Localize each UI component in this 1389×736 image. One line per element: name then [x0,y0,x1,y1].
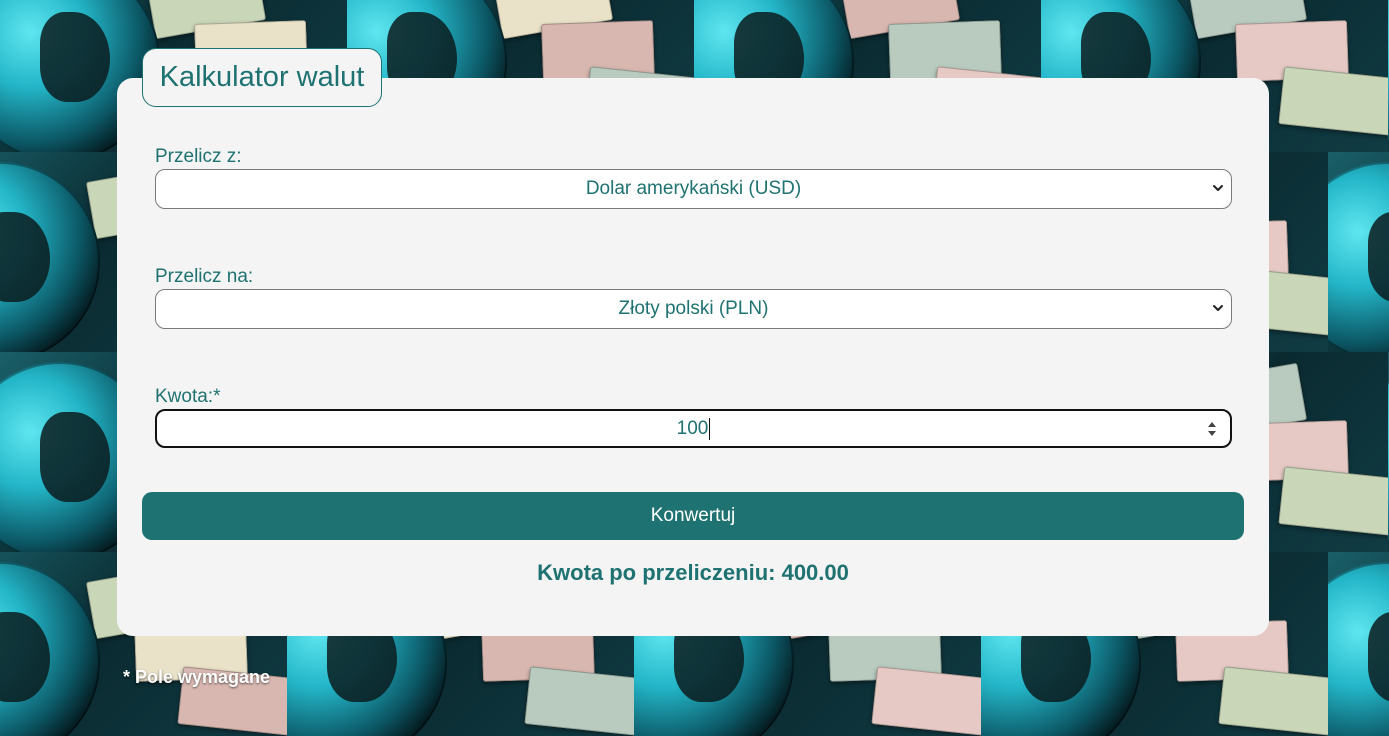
to-currency-label: Przelicz na: [155,266,254,287]
amount-input[interactable]: 100 [155,409,1232,448]
background-tile [1328,152,1389,352]
text-caret [709,417,711,440]
to-currency-select[interactable]: Złoty polski (PLN) [155,289,1232,329]
chevron-down-icon [1213,185,1223,191]
from-currency-label: Przelicz z: [155,146,242,167]
banknote-shape [871,666,981,736]
converter-card [117,78,1269,636]
page-title: Kalkulator walut [142,48,382,107]
amount-value: 100 [676,417,709,439]
convert-button-label: Konwertuj [650,505,736,526]
spin-arrows-icon[interactable] [1206,419,1218,439]
from-currency-select[interactable]: Dolar amerykański (USD) [155,169,1232,209]
banknote-shape [524,666,634,736]
banknote-shape [1278,66,1388,136]
from-currency-value: Dolar amerykański (USD) [585,178,802,199]
to-currency-value: Złoty polski (PLN) [618,298,769,319]
continent-shape [40,412,110,502]
chevron-down-icon [1213,305,1223,311]
convert-button[interactable]: Konwertuj [142,492,1244,540]
required-field-note: * Pole wymagane [123,667,271,687]
continent-shape [40,12,110,102]
page-title-text: Kalkulator walut [159,61,365,93]
background-tile [1328,552,1389,736]
banknote-shape [1218,666,1328,736]
conversion-result: Kwota po przeliczeniu: 400.00 [537,560,849,585]
banknote-shape [1278,466,1388,536]
amount-label: Kwota:* [155,386,221,407]
